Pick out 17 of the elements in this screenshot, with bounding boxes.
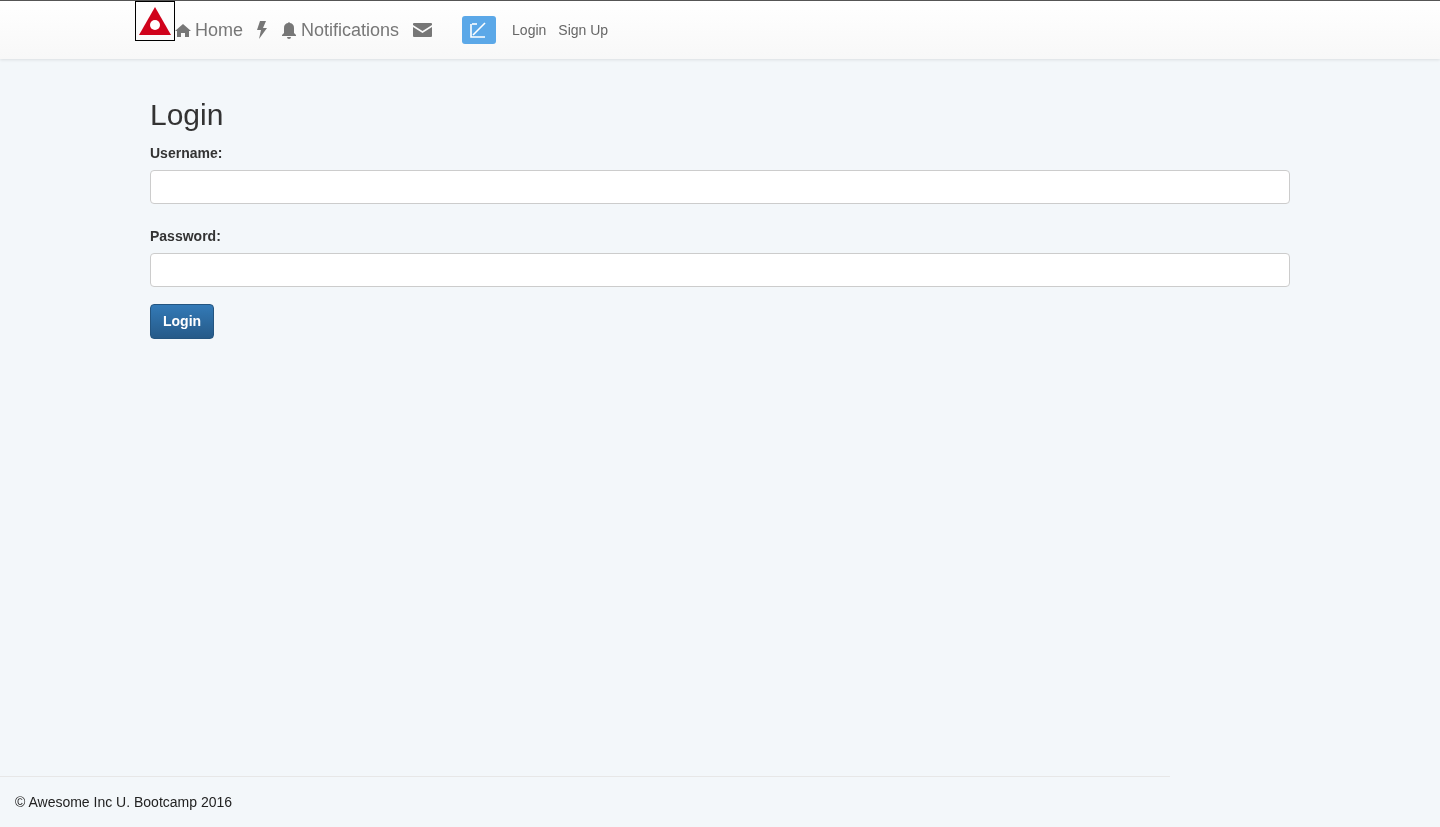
nav-link[interactable]: Login (512, 19, 547, 41)
lightning-icon[interactable] (257, 21, 267, 39)
input-field[interactable] (150, 253, 1290, 287)
page-title: Login (150, 97, 225, 133)
copyright-text: © Awesome Inc U. Bootcamp 2016 (15, 792, 233, 812)
login-button[interactable]: Login (150, 304, 215, 339)
home-link[interactable]: Home (175, 16, 243, 44)
notifications-link[interactable]: Notifications (281, 16, 400, 44)
logo[interactable] (135, 1, 175, 41)
input-field[interactable] (150, 170, 1290, 204)
envelope-icon[interactable] (413, 23, 433, 37)
compose-button[interactable] (462, 16, 497, 44)
field-label: Password: (150, 227, 222, 246)
home-icon (175, 23, 191, 37)
bell-icon (281, 21, 297, 39)
nav-link[interactable]: Sign Up (558, 19, 609, 41)
field-label: Username: (150, 144, 224, 163)
